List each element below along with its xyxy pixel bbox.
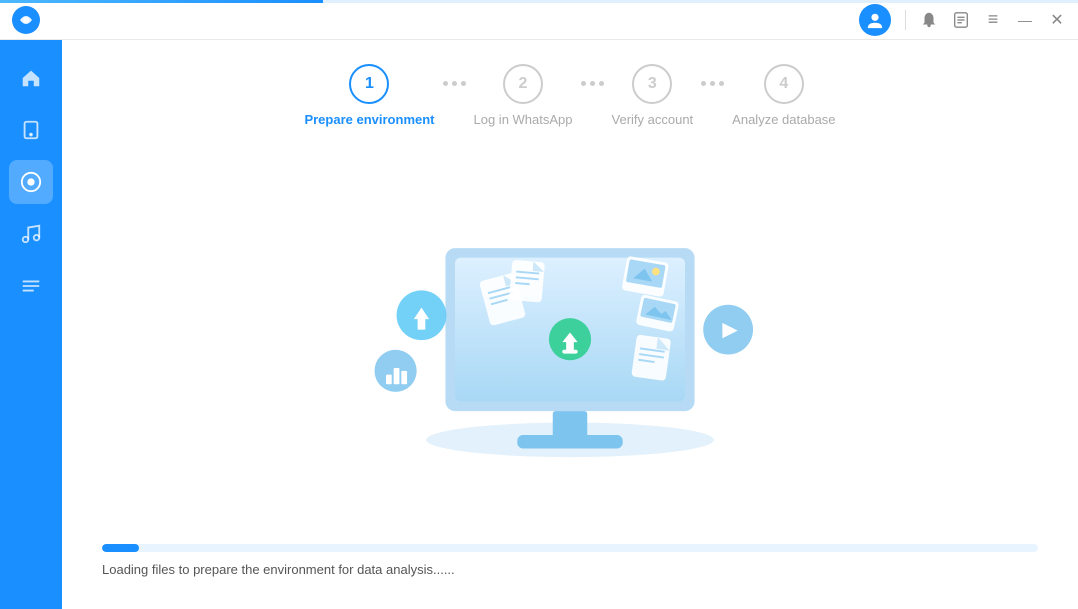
step-2-label: Log in WhatsApp	[474, 112, 573, 127]
content-area: 1 Prepare environment 2 Log in WhatsApp	[62, 40, 1078, 609]
connector-1-2	[441, 81, 468, 86]
sidebar-item-home[interactable]	[9, 56, 53, 100]
connector-3-4	[699, 81, 726, 86]
step-prepare: 1 Prepare environment	[304, 64, 434, 127]
step-verify: 3 Verify account	[612, 64, 694, 127]
steps-bar: 1 Prepare environment 2 Log in WhatsApp	[102, 64, 1038, 127]
sidebar-item-files[interactable]	[9, 264, 53, 308]
notes-icon[interactable]	[952, 11, 970, 29]
sidebar-item-whatsapp[interactable]	[9, 160, 53, 204]
connector-2-3	[579, 81, 606, 86]
minimize-icon[interactable]: —	[1016, 11, 1034, 29]
progress-label: Loading files to prepare the environment…	[102, 562, 1038, 577]
step-analyze: 4 Analyze database	[732, 64, 835, 127]
user-avatar-icon[interactable]	[859, 4, 891, 36]
illustration-container	[102, 159, 1038, 528]
progress-bar-track	[102, 544, 1038, 552]
step-3-label: Verify account	[612, 112, 694, 127]
step-1-circle: 1	[349, 64, 389, 104]
app-logo	[12, 6, 40, 34]
sidebar-item-device[interactable]	[9, 108, 53, 152]
progress-section: Loading files to prepare the environment…	[102, 528, 1038, 585]
progress-bar-fill	[102, 544, 139, 552]
step-login: 2 Log in WhatsApp	[474, 64, 573, 127]
title-bar-progress	[0, 0, 1078, 3]
step-2-circle: 2	[503, 64, 543, 104]
sidebar-item-music[interactable]	[9, 212, 53, 256]
main-layout: 1 Prepare environment 2 Log in WhatsApp	[0, 40, 1078, 609]
step-4-label: Analyze database	[732, 112, 835, 127]
divider	[905, 10, 906, 30]
close-icon[interactable]: ✕	[1048, 11, 1066, 29]
bell-icon[interactable]	[920, 11, 938, 29]
illustration-svg	[330, 229, 810, 459]
title-bar: ≡ — ✕	[0, 0, 1078, 40]
step-4-circle: 4	[764, 64, 804, 104]
sidebar	[0, 40, 62, 609]
title-bar-progress-fill	[0, 0, 323, 3]
step-1-label: Prepare environment	[304, 112, 434, 127]
step-3-circle: 3	[632, 64, 672, 104]
title-bar-actions: ≡ — ✕	[859, 4, 1066, 36]
menu-icon[interactable]: ≡	[984, 11, 1002, 29]
